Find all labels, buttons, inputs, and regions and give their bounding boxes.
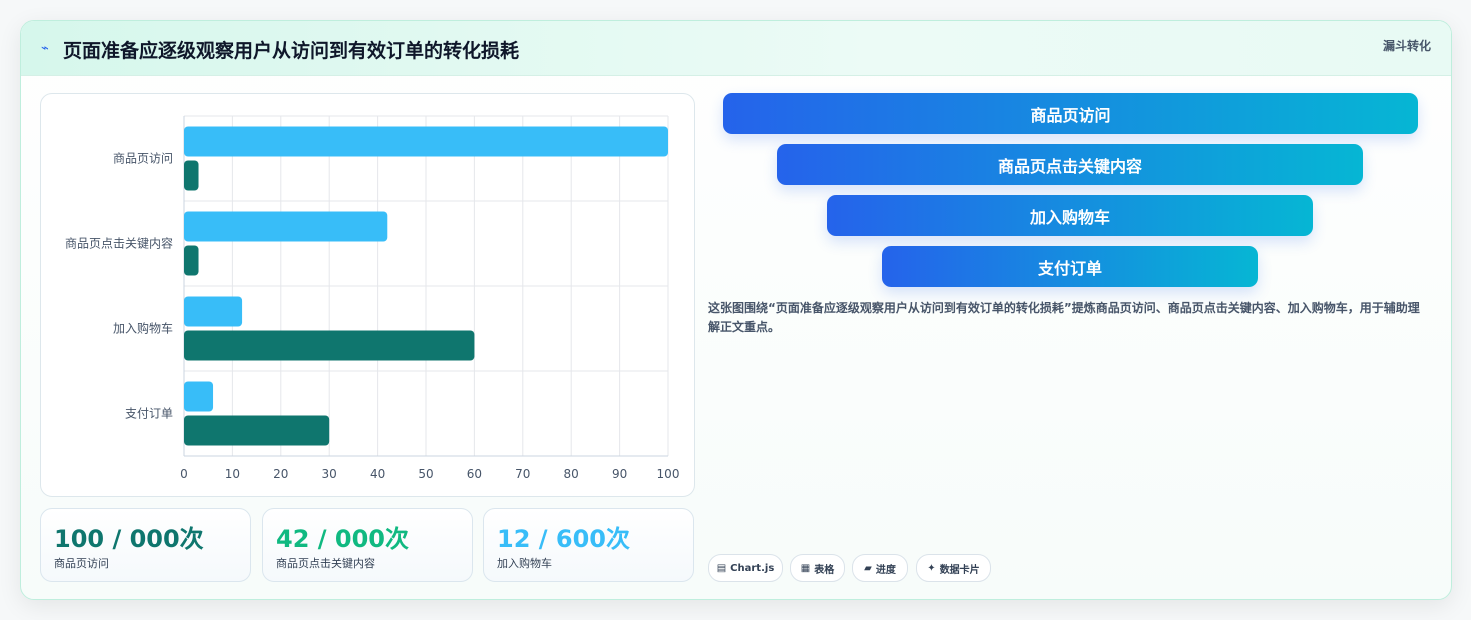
x-tick-label: 0 [180,467,188,481]
stat-label: 商品页访问 [54,557,109,570]
funnel-step-clicks: 商品页点击关键内容 [777,144,1363,185]
funnel-step-visits: 商品页访问 [723,93,1418,134]
bar-chart: 商品页访问商品页点击关键内容加入购物车支付订单 0 10 20 30 40 50 60 70 80… [65,115,680,481]
x-tick-label: 90 [612,467,627,481]
progress-icon: ▰ [864,562,872,574]
bar-1-1 [184,126,668,157]
chip-progress[interactable]: ▰ 进度 [852,554,908,582]
x-tick-label: 20 [273,467,288,481]
y-tick-label: 商品页访问 [113,151,173,166]
chip-table[interactable]: ▦ 表格 [790,554,845,582]
bar-2-4 [184,415,330,446]
bar-2-1 [184,160,199,191]
x-tick-label: 30 [322,467,337,481]
chip-chartjs[interactable]: ▤ Chart.js [708,554,783,582]
x-tick-label: 70 [515,467,530,481]
sparkle-icon: ✦ [927,562,936,574]
funnel-step-cart: 加入购物车 [827,195,1313,236]
chip-label: 进度 [875,564,896,576]
stat-value: 12 / 600次 [497,525,630,553]
stat-card-cart: 12 / 600次 加入购物车 [483,508,694,582]
x-tick-label: 10 [225,467,240,481]
chart-icon: ▤ [716,562,727,574]
chip-data-card[interactable]: ✦ 数据卡片 [916,554,991,582]
bar-1-4 [184,381,214,412]
stat-value: 42 / 000次 [276,525,409,553]
page-title: 页面准备应逐级观察用户从访问到有效订单的转化损耗 [63,40,520,62]
stat-card-clicks: 42 / 000次 商品页点击关键内容 [262,508,473,582]
x-tick-label: 100 [657,467,680,481]
category-badge: 漏斗转化 [1382,39,1431,53]
chart-description: 这张图围绕“页面准备应逐级观察用户从访问到有效订单的转化损耗”提炼商品页访问、商… [708,301,1420,334]
x-tick-label: 80 [564,467,579,481]
x-tick-label: 60 [467,467,482,481]
bar-1-3 [184,296,243,327]
stat-label: 加入购物车 [497,557,552,570]
x-tick-label: 50 [418,467,433,481]
x-tick-label: 40 [370,467,385,481]
pulse-icon: ⌁ [41,41,49,56]
chip-label: 表格 [814,564,835,576]
stat-value: 100 / 000次 [54,525,204,553]
y-tick-label: 支付订单 [125,407,173,421]
card-header: ⌁ 页面准备应逐级观察用户从访问到有效订单的转化损耗 漏斗转化 [21,21,1451,76]
bar-chart-panel: 商品页访问商品页点击关键内容加入购物车支付订单 0 10 20 30 40 50 60 70 80… [40,93,695,497]
y-tick-label: 加入购物车 [113,321,173,336]
stat-label: 商品页点击关键内容 [276,557,375,570]
table-icon: ▦ [800,562,811,574]
chip-label: 数据卡片 [939,564,980,576]
funnel-card: ⌁ 页面准备应逐级观察用户从访问到有效订单的转化损耗 漏斗转化 商品页访问 商品页… [20,20,1452,600]
chip-label: Chart.js [730,562,775,574]
bar-1-2 [184,211,388,242]
bar-2-2 [184,245,199,276]
stat-card-visits: 100 / 000次 商品页访问 [40,508,251,582]
funnel-step-pay: 支付订单 [882,246,1258,287]
y-tick-label: 商品页点击关键内容 [65,236,173,251]
bar-2-3 [184,330,475,361]
